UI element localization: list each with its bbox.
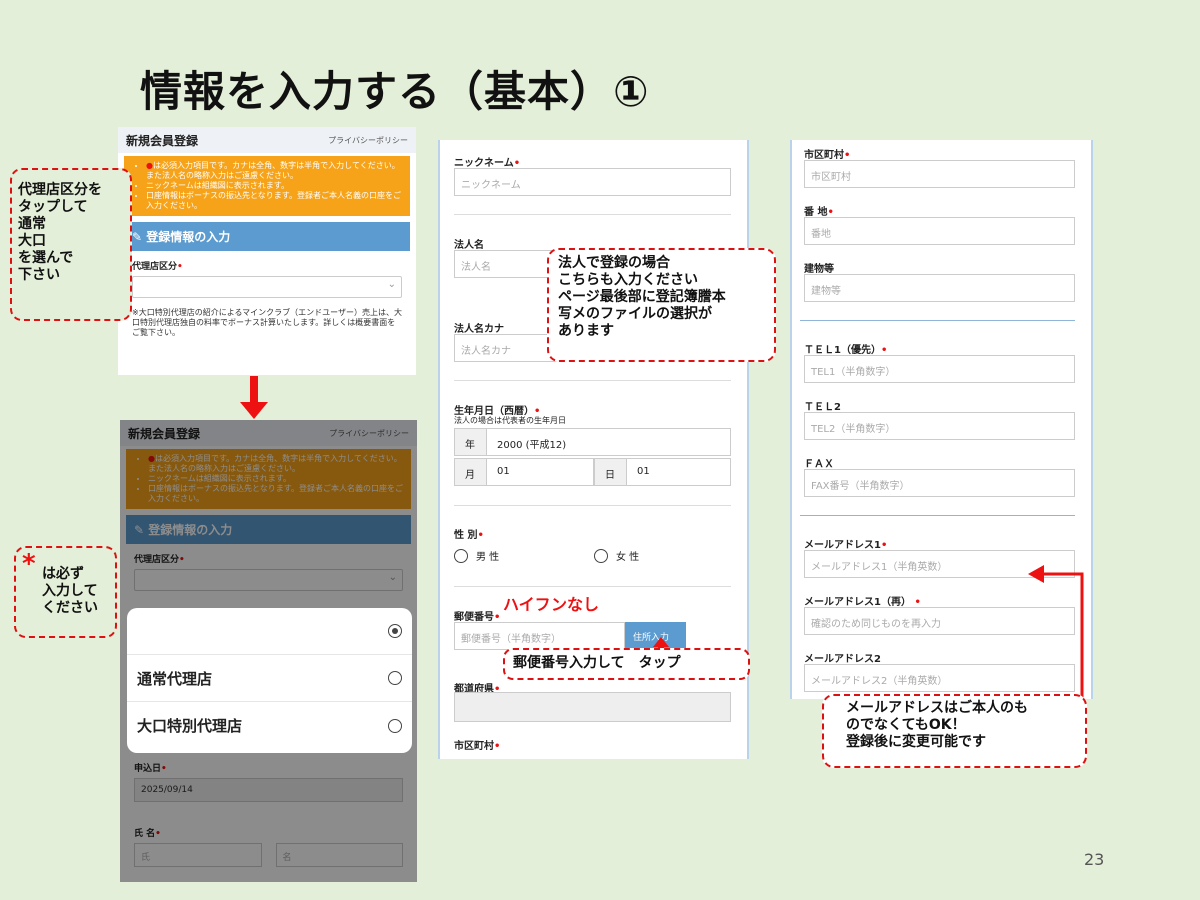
month-select[interactable]: 月 01 xyxy=(454,458,594,486)
address-label: 番 地• xyxy=(804,207,834,218)
gender-male-radio[interactable]: 男 性 xyxy=(454,548,499,563)
divider xyxy=(454,380,731,381)
edit-icon: ✎ xyxy=(132,230,147,244)
agency-note: ※大口特別代理店の紹介によるマインクラブ（エンドユーザー）売上は、大口特別代理店… xyxy=(132,308,402,337)
fax-label: ＦＡＸ xyxy=(804,459,834,470)
tel2-label: ＴＥＬ2 xyxy=(804,402,841,413)
tel2-input[interactable]: TEL2（半角数字） xyxy=(804,412,1075,440)
form-screenshot-top: 新規会員登録 プライバシーポリシー ●は必須入力項目です。カナは全角、数字は半角… xyxy=(118,127,416,375)
corp-callout-text: 法人で登録の場合 こちらも入力ください ページ最後部に登記簿謄本 写メのファイル… xyxy=(558,255,726,339)
left-border xyxy=(790,140,792,699)
corp-kana-label: 法人名カナ xyxy=(454,324,504,335)
agency-picker-popup: 通常代理店 大口特別代理店 xyxy=(127,608,412,753)
mail-callout-text: メールアドレスはご本人のも のでなくてもOK！ 登録後に変更可能です xyxy=(846,700,1028,750)
radio-icon xyxy=(388,671,402,685)
building-label: 建物等 xyxy=(804,264,834,275)
tel1-input[interactable]: TEL1（半角数字） xyxy=(804,355,1075,383)
divider xyxy=(454,214,731,215)
right-border xyxy=(1091,140,1093,699)
slide-title: 情報を入力する（基本）① xyxy=(140,67,650,116)
agency-label: 代理店区分• xyxy=(132,262,183,272)
form-title: 新規会員登録 xyxy=(126,133,199,148)
nickname-label: ニックネーム• xyxy=(454,158,521,169)
section-title: ✎ 登録情報の入力 xyxy=(124,222,410,251)
no-hyphen-note: ハイフンなし xyxy=(503,595,600,614)
city-label: 市区町村• xyxy=(804,150,851,161)
privacy-link[interactable]: プライバシーポリシー xyxy=(328,135,408,146)
address-input[interactable]: 番地 xyxy=(804,217,1075,245)
day-select[interactable]: 日 01 xyxy=(594,458,731,486)
left-border xyxy=(438,140,440,759)
required-callout-text: は必ず 入力して ください xyxy=(42,566,98,616)
divider xyxy=(454,505,731,506)
building-input[interactable]: 建物等 xyxy=(804,274,1075,302)
zip-label: 郵便番号• xyxy=(454,612,501,623)
form-screenshot-popup: 新規会員登録 プライバシーポリシー ●は必須入力項目です。カナは全角、数字は半角… xyxy=(120,420,417,882)
gender-female-radio[interactable]: 女 性 xyxy=(594,548,639,563)
notice-box: ●は必須入力項目です。カナは全角、数字は半角で入力してください。また法人名の略称… xyxy=(124,156,410,216)
fax-input[interactable]: FAX番号（半角数字） xyxy=(804,469,1075,497)
radio-icon xyxy=(594,548,608,563)
form-header: 新規会員登録 プライバシーポリシー xyxy=(118,127,416,153)
agency-option-large[interactable]: 大口特別代理店 xyxy=(127,702,412,749)
birth-note: 法人の場合は代表者の生年月日 xyxy=(454,416,566,425)
divider xyxy=(800,515,1075,516)
email1-confirm-label: メールアドレス1（再） • xyxy=(804,597,921,608)
nickname-input[interactable]: ニックネーム xyxy=(454,168,731,196)
agency-option-blank[interactable] xyxy=(127,608,412,655)
agency-callout-text: 代理店区分を タップして 通常 大口 を選んで 下さい xyxy=(18,182,102,283)
radio-icon xyxy=(388,718,402,733)
down-arrow-icon xyxy=(240,376,268,419)
corp-name-label: 法人名 xyxy=(454,240,484,251)
zip-callout-text: 郵便番号入力して タップ xyxy=(513,655,681,671)
required-star: * xyxy=(22,549,36,579)
divider xyxy=(800,320,1075,321)
email1-label: メールアドレス1• xyxy=(804,540,888,551)
notice-item: 口座情報はボーナスの振込先となります。登録者ご本人名義の口座をご入力ください。 xyxy=(146,191,402,211)
page-number: 23 xyxy=(1084,850,1105,869)
city-label: 市区町村• xyxy=(454,741,501,752)
radio-icon xyxy=(454,548,468,563)
divider xyxy=(454,586,731,587)
zip-input[interactable]: 郵便番号（半角数字） xyxy=(454,622,625,650)
agency-select[interactable] xyxy=(132,276,402,298)
prefecture-select[interactable] xyxy=(454,692,731,722)
tel1-label: ＴＥＬ1（優先）• xyxy=(804,345,888,356)
notice-item: ●は必須入力項目です。カナは全角、数字は半角で入力してください。また法人名の略称… xyxy=(146,161,402,181)
mail-arrow-icon xyxy=(1028,565,1084,702)
agency-option-normal[interactable]: 通常代理店 xyxy=(127,655,412,702)
email2-label: メールアドレス2 xyxy=(804,654,881,665)
gender-label: 性 別• xyxy=(454,530,484,541)
year-select[interactable]: 年 2000 (平成12) xyxy=(454,428,731,456)
city-input[interactable]: 市区町村 xyxy=(804,160,1075,188)
notice-item: ニックネームは組織図に表示されます。 xyxy=(146,181,402,191)
radio-selected-icon xyxy=(388,624,402,638)
